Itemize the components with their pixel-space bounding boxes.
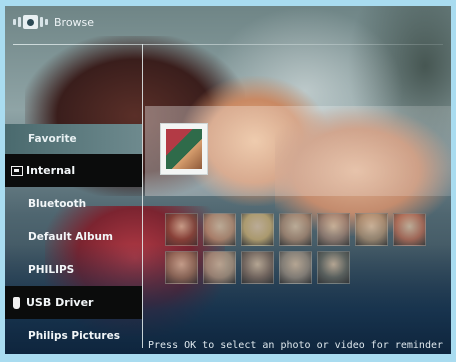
usb-icon <box>13 296 20 309</box>
photo-image <box>166 129 202 169</box>
menu-divider <box>142 44 143 348</box>
status-hint: Press OK to select an photo or video for… <box>148 340 444 351</box>
menu-item-label: Default Album <box>28 230 113 243</box>
menu-item-label: USB Driver <box>26 296 94 309</box>
page-title: Browse <box>54 15 95 29</box>
menu-item-label: Internal <box>26 164 76 177</box>
photo-thumbnail[interactable] <box>355 213 388 246</box>
photo-thumbnail[interactable] <box>165 251 198 284</box>
photo-thumbnail[interactable] <box>279 251 312 284</box>
menu-item-bluetooth[interactable]: Bluetooth <box>5 187 142 220</box>
photo-thumbnail[interactable] <box>393 213 426 246</box>
photo-thumbnail[interactable] <box>317 213 350 246</box>
menu-item-default-album[interactable]: Default Album <box>5 220 142 253</box>
menu-item-favorite[interactable]: Favorite <box>5 124 142 154</box>
photo-thumbnail[interactable] <box>241 251 274 284</box>
header-bar: Browse <box>5 6 451 38</box>
photo-thumbnail[interactable] <box>203 213 236 246</box>
menu-item-label: PHILIPS <box>28 263 75 276</box>
menu-item-label: Favorite <box>28 133 77 145</box>
photo-thumbnail[interactable] <box>241 213 274 246</box>
menu-item-label: Bluetooth <box>28 197 87 210</box>
photo-thumbnail-grid <box>165 213 435 284</box>
menu-item-philips[interactable]: PHILIPS <box>5 253 142 286</box>
selected-photo-thumbnail[interactable] <box>160 123 208 175</box>
browse-icon <box>13 15 48 29</box>
photo-thumbnail[interactable] <box>203 251 236 284</box>
menu-item-usb-driver[interactable]: USB Driver <box>5 286 142 319</box>
photo-thumbnail[interactable] <box>165 213 198 246</box>
menu-item-philips-pictures[interactable]: Philips Pictures <box>5 319 142 352</box>
photo-thumbnail[interactable] <box>317 251 350 284</box>
menu-item-internal[interactable]: Internal <box>5 154 142 187</box>
photo-thumbnail[interactable] <box>279 213 312 246</box>
header-divider <box>13 44 443 45</box>
photo-frame-screen: Browse Favorite Internal Bluetooth Defau… <box>5 6 451 354</box>
source-menu: Favorite Internal Bluetooth Default Albu… <box>5 124 142 352</box>
menu-item-label: Philips Pictures <box>28 329 120 342</box>
internal-memory-icon <box>11 165 23 176</box>
